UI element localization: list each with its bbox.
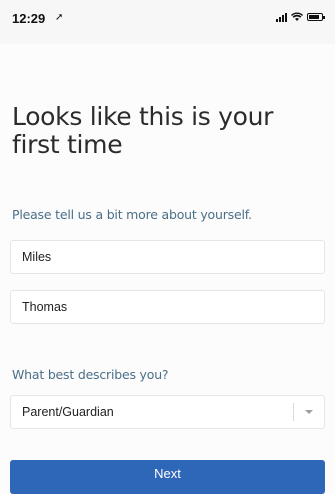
battery-icon — [307, 13, 325, 21]
describe-label: What best describes you? — [12, 367, 169, 382]
role-select[interactable]: Parent/Guardian — [10, 395, 325, 429]
intro-text: Please tell us a bit more about yourself… — [12, 207, 252, 222]
role-select-value: Parent/Guardian — [22, 405, 114, 419]
status-bar: 12:29 ➚ — [0, 0, 335, 44]
page-title: Looks like this is your first time — [12, 102, 274, 159]
select-divider — [293, 403, 294, 421]
last-name-field[interactable]: Thomas — [10, 290, 325, 324]
status-time: 12:29 — [12, 11, 46, 26]
wifi-icon — [291, 12, 303, 21]
first-name-field[interactable]: Miles — [10, 240, 325, 274]
location-arrow-icon: ➚ — [55, 12, 64, 23]
status-icons — [276, 12, 325, 22]
chevron-down-icon[interactable] — [305, 410, 313, 414]
cellular-signal-icon — [276, 12, 287, 22]
